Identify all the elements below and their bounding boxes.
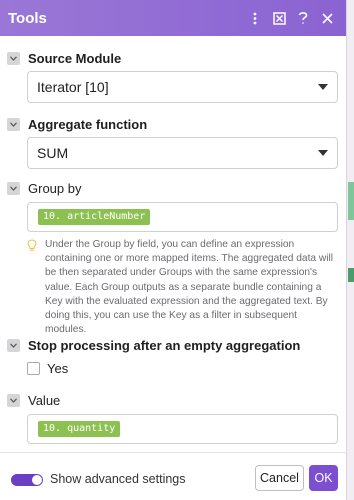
canvas-edge-green bbox=[348, 182, 354, 220]
advanced-settings-label: Show advanced settings bbox=[50, 472, 186, 486]
aggregate-function-value: SUM bbox=[37, 145, 69, 161]
stop-processing-section: Stop processing after an empty aggregati… bbox=[0, 336, 346, 354]
ok-button[interactable]: OK bbox=[309, 465, 338, 491]
value-section: Value bbox=[0, 391, 346, 409]
chevron-down-icon[interactable] bbox=[7, 393, 20, 407]
dropdown-caret-icon bbox=[318, 150, 328, 156]
source-module-section: Source Module bbox=[0, 49, 346, 67]
chevron-down-icon[interactable] bbox=[7, 51, 20, 65]
advanced-settings-toggle[interactable] bbox=[11, 474, 43, 486]
dialog-title: Tools bbox=[8, 9, 47, 27]
group-by-label: Group by bbox=[28, 180, 82, 196]
stop-processing-option-label: Yes bbox=[47, 361, 69, 376]
stop-processing-label: Stop processing after an empty aggregati… bbox=[28, 337, 301, 353]
canvas-edge-dark-green bbox=[348, 268, 354, 282]
stop-processing-checkbox[interactable] bbox=[27, 362, 40, 375]
value-input[interactable]: 10. quantity bbox=[27, 414, 338, 444]
value-label: Value bbox=[28, 392, 61, 408]
source-module-select[interactable]: Iterator [10] bbox=[27, 71, 338, 103]
aggregate-function-label: Aggregate function bbox=[28, 116, 148, 132]
group-by-hint: Under the Group by field, you can define… bbox=[27, 238, 340, 337]
chevron-down-icon[interactable] bbox=[7, 181, 20, 195]
cancel-button[interactable]: Cancel bbox=[255, 465, 304, 491]
group-by-input[interactable]: 10. articleNumber bbox=[27, 202, 338, 232]
expand-icon[interactable] bbox=[268, 7, 290, 29]
chevron-down-icon[interactable] bbox=[7, 117, 20, 131]
group-by-hint-text: Under the Group by field, you can define… bbox=[45, 239, 334, 336]
dialog-header: Tools bbox=[0, 0, 346, 36]
chevron-down-icon[interactable] bbox=[7, 338, 20, 352]
aggregate-function-select[interactable]: SUM bbox=[27, 137, 338, 169]
mapped-item-token[interactable]: 10. articleNumber bbox=[38, 209, 151, 225]
help-icon[interactable] bbox=[292, 7, 314, 29]
close-icon[interactable] bbox=[316, 7, 338, 29]
tools-dialog: Tools Source Module Iterator [10] Aggreg… bbox=[0, 0, 347, 500]
aggregate-function-section: Aggregate function bbox=[0, 115, 346, 133]
toggle-knob bbox=[32, 475, 42, 485]
lightbulb-icon bbox=[27, 238, 41, 337]
stop-processing-option[interactable]: Yes bbox=[27, 361, 68, 376]
source-module-label: Source Module bbox=[28, 50, 122, 66]
mapped-item-token[interactable]: 10. quantity bbox=[38, 421, 121, 437]
source-module-value: Iterator [10] bbox=[37, 79, 109, 95]
more-vertical-icon[interactable] bbox=[244, 7, 266, 29]
dropdown-caret-icon bbox=[318, 84, 328, 90]
dialog-footer: Show advanced settings Cancel OK bbox=[0, 452, 346, 500]
group-by-section: Group by bbox=[0, 179, 346, 197]
